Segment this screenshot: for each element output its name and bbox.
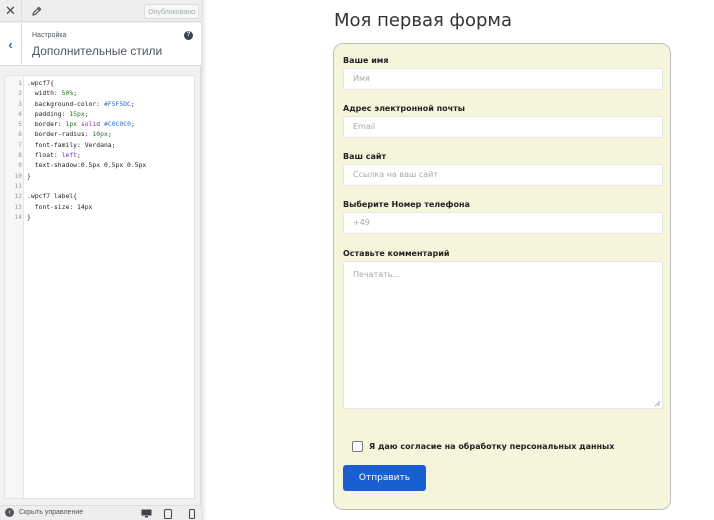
mobile-icon[interactable]	[185, 508, 199, 519]
name-label: Ваше имя	[343, 56, 389, 65]
line-number: 12	[14, 192, 22, 201]
comment-textarea[interactable]: Печатать...	[343, 261, 663, 409]
code-line[interactable]: 7 font-family: Verdana;	[5, 140, 194, 150]
customizer-toolbar: ✕ Опубликовано	[0, 0, 201, 22]
code-line[interactable]: 5 border: 1px solid #C0C0C0;	[5, 119, 194, 129]
code-text: padding: 15px;	[27, 109, 89, 118]
customizer-window: ✕ Опубликовано ‹ Настройка Дополнительны…	[0, 0, 714, 520]
code-text: .wpcf7{	[27, 79, 54, 87]
line-number: 14	[14, 212, 22, 221]
name-input[interactable]: Имя	[343, 68, 663, 90]
line-number: 1	[18, 79, 22, 87]
line-number: 10	[14, 171, 22, 180]
help-icon[interactable]: ?	[184, 31, 193, 40]
code-text: width: 50%;	[27, 89, 78, 98]
resize-handle-icon[interactable]	[654, 400, 660, 406]
website-label: Ваш сайт	[343, 152, 387, 161]
code-text: .wpcf7 label{	[27, 192, 78, 201]
comment-label: Оставьте комментарий	[343, 249, 450, 258]
back-arrow-icon[interactable]: ‹	[0, 23, 22, 66]
collapse-label: Скрыть управление	[19, 509, 84, 516]
line-number: 9	[18, 161, 22, 170]
line-number: 11	[14, 181, 22, 190]
collapse-icon: ‹	[5, 508, 14, 517]
line-number: 13	[14, 202, 22, 211]
code-line[interactable]: 8 float: left;	[5, 150, 194, 160]
section-title: Дополнительные стили	[32, 44, 163, 58]
code-text: border-radius: 10px;	[27, 130, 112, 139]
consent-row: Я даю согласие на обработку персональных…	[352, 441, 614, 452]
form-title: Моя первая форма	[334, 10, 512, 31]
code-text: }	[27, 212, 31, 221]
publish-button[interactable]: Опубликовано	[144, 4, 199, 19]
contact-form: Ваше имя Имя Адрес электронной почты Ema…	[333, 43, 671, 510]
code-text: float: left;	[27, 151, 81, 160]
code-lines[interactable]: 1 .wpcf7{2 width: 50%; 3 background-color:…	[5, 78, 194, 222]
close-icon[interactable]: ✕	[0, 0, 22, 22]
line-number: 2	[18, 89, 22, 98]
code-text: text-shadow:0.5px 0.5px 0.5px	[27, 161, 147, 170]
customizer-footer: ‹ Скрыть управление	[0, 505, 201, 520]
code-line[interactable]: 1 .wpcf7{	[5, 78, 194, 88]
code-line[interactable]: 6 border-radius: 10px;	[5, 129, 194, 139]
code-line[interactable]: 4 padding: 15px;	[5, 109, 194, 119]
line-number: 6	[18, 130, 22, 139]
consent-label: Я даю согласие на обработку персональных…	[369, 442, 615, 451]
code-line[interactable]: 11	[5, 181, 194, 191]
code-line[interactable]: 10}	[5, 171, 194, 181]
code-text: }	[27, 171, 31, 180]
code-line[interactable]: 3 background-color: #F5F5DC;	[5, 99, 194, 109]
collapse-button[interactable]: ‹ Скрыть управление	[5, 508, 83, 517]
customizer-sidebar: ✕ Опубликовано ‹ Настройка Дополнительны…	[0, 0, 201, 520]
phone-label: Выберите Номер телефона	[343, 200, 470, 209]
code-line[interactable]: 9 text-shadow:0.5px 0.5px 0.5px	[5, 160, 194, 170]
sidebar-shadow	[201, 0, 207, 520]
comment-placeholder: Печатать...	[353, 270, 401, 279]
code-text: border: 1px solid #C0C0C0;	[27, 120, 135, 129]
website-input[interactable]: Ссылка на ваш сайт	[343, 164, 663, 186]
phone-input[interactable]: +49	[343, 212, 663, 234]
email-input[interactable]: Email	[343, 116, 663, 138]
pencil-icon[interactable]	[26, 0, 48, 22]
desktop-icon[interactable]	[139, 508, 153, 519]
section-header: ‹ Настройка Дополнительные стили ?	[0, 23, 201, 66]
submit-button[interactable]: Отправить	[343, 465, 426, 491]
breadcrumb: Настройка	[32, 32, 67, 39]
line-number: 5	[18, 120, 22, 129]
consent-checkbox[interactable]	[352, 441, 363, 452]
line-number: 4	[18, 109, 22, 118]
code-text: font-size: 14px	[27, 202, 93, 211]
line-number: 7	[18, 140, 22, 149]
code-text: font-family: Verdana;	[27, 140, 116, 149]
code-line[interactable]: 12 .wpcf7 label{	[5, 191, 194, 201]
code-line[interactable]: 13 font-size: 14px	[5, 202, 194, 212]
code-line[interactable]: 14}	[5, 212, 194, 222]
css-code-editor[interactable]: 1 .wpcf7{2 width: 50%; 3 background-color:…	[4, 75, 195, 499]
line-number: 8	[18, 151, 22, 160]
line-number: 3	[18, 99, 22, 108]
code-line[interactable]: 2 width: 50%;	[5, 88, 194, 98]
tablet-icon[interactable]	[161, 508, 175, 519]
code-text: background-color: #F5F5DC;	[27, 99, 135, 108]
email-label: Адрес электронной почты	[343, 104, 465, 113]
